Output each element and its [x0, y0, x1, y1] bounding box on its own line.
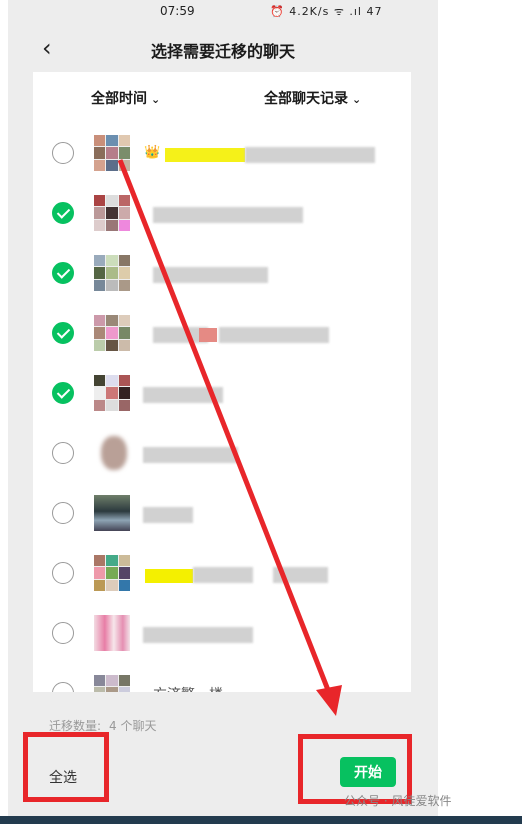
- watermark: 公众号 · 风徒爱软件: [344, 794, 452, 808]
- annotation-arrow: [117, 159, 342, 716]
- arrow-shaft: [117, 159, 331, 691]
- footer-strip: [0, 816, 522, 824]
- arrow-head: [316, 685, 342, 716]
